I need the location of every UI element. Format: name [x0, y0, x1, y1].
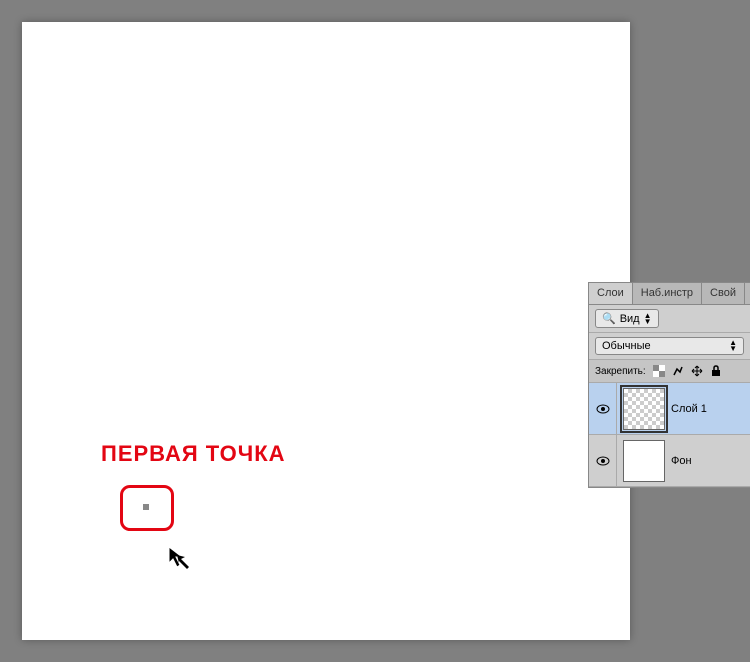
- layer-name-label[interactable]: Фон: [671, 455, 692, 467]
- layer-item[interactable]: Фон: [589, 435, 750, 487]
- lock-position-icon[interactable]: [690, 364, 704, 378]
- dropdown-arrows-icon: ▲▼: [729, 340, 737, 352]
- panel-tabs: Слои Наб.инстр Свой: [589, 283, 750, 305]
- layer-visibility-toggle[interactable]: [589, 435, 617, 486]
- lock-transparent-icon[interactable]: [652, 364, 666, 378]
- kind-filter-dropdown[interactable]: 🔍 Вид ▲▼: [595, 309, 659, 328]
- tab-tool-presets[interactable]: Наб.инстр: [633, 283, 702, 304]
- blend-mode-dropdown[interactable]: Обычные ▲▼: [595, 337, 744, 355]
- search-icon: 🔍: [602, 312, 616, 325]
- layer-item[interactable]: Слой 1: [589, 383, 750, 435]
- layer-thumbnail[interactable]: [623, 440, 665, 482]
- eye-icon: [596, 404, 610, 414]
- tab-layers[interactable]: Слои: [589, 283, 633, 304]
- filter-row: 🔍 Вид ▲▼: [589, 305, 750, 332]
- lock-label: Закрепить:: [595, 366, 646, 377]
- lock-image-icon[interactable]: [671, 364, 685, 378]
- layer-visibility-toggle[interactable]: [589, 383, 617, 434]
- lock-icons: [652, 364, 723, 378]
- annotation-label: ПЕРВАЯ ТОЧКА: [101, 441, 286, 467]
- pen-anchor-point[interactable]: [143, 504, 149, 510]
- lock-all-icon[interactable]: [709, 364, 723, 378]
- layers-panel: Слои Наб.инстр Свой 🔍 Вид ▲▼ Обычные ▲▼ …: [588, 282, 750, 488]
- lock-row: Закрепить:: [589, 359, 750, 383]
- layer-thumbnail[interactable]: [623, 388, 665, 430]
- kind-filter-label: Вид: [620, 313, 640, 325]
- dropdown-arrows-icon: ▲▼: [644, 313, 652, 325]
- tab-properties[interactable]: Свой: [702, 283, 745, 304]
- pen-tool-cursor: [165, 545, 193, 573]
- layer-name-label[interactable]: Слой 1: [671, 403, 707, 415]
- blend-mode-label: Обычные: [602, 340, 651, 352]
- canvas[interactable]: [22, 22, 630, 640]
- eye-icon: [596, 456, 610, 466]
- blend-mode-row: Обычные ▲▼: [589, 332, 750, 359]
